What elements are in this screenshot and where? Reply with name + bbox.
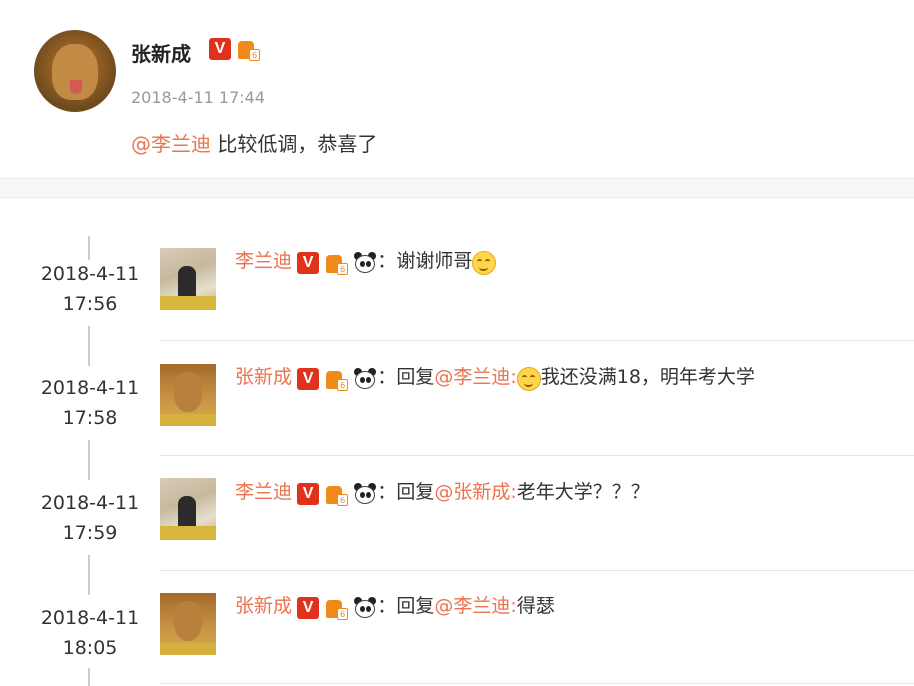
timeline-line [88, 668, 90, 686]
member-crown-icon[interactable]: 6 [324, 367, 349, 391]
comment-date: 2018-4-11 [40, 263, 140, 285]
comment-text: 得瑟 [516, 595, 555, 617]
comment-date: 2018-4-11 [40, 607, 140, 629]
comment-divider [160, 455, 914, 456]
commenter-avatar[interactable] [160, 248, 216, 310]
comment-timestamp: 2018-4-11 17:58 [30, 373, 150, 433]
comment-row: 李兰迪 V 6 ：回复@张新成:老年大学？？？ [235, 477, 650, 506]
timeline-line [88, 236, 90, 260]
comment-author[interactable]: 张新成 [235, 595, 292, 617]
verified-icon[interactable]: V [209, 38, 231, 60]
panda-icon[interactable] [353, 367, 377, 390]
post-date[interactable]: 2018-4-11 17:44 [131, 88, 265, 107]
comment-separator: ： [377, 481, 397, 503]
panda-icon[interactable] [353, 596, 377, 619]
comment-separator: ： [377, 595, 397, 617]
commenter-avatar[interactable] [160, 364, 216, 426]
comment-row: 张新成 V 6 ：回复@李兰迪:得瑟 [235, 591, 555, 620]
section-divider [0, 178, 914, 198]
reply-mention[interactable]: @李兰迪: [434, 366, 516, 388]
timeline-line [88, 326, 90, 366]
post-author[interactable]: 张新成 [131, 38, 191, 67]
smile-emoji-icon [472, 250, 497, 275]
reply-mention[interactable]: @李兰迪: [434, 595, 516, 617]
reply-prefix: 回复 [396, 595, 435, 617]
panda-icon[interactable] [353, 251, 377, 274]
comment-date: 2018-4-11 [40, 377, 140, 399]
verified-icon[interactable]: V [297, 482, 320, 505]
reply-prefix: 回复 [396, 366, 435, 388]
reply-mention[interactable]: @张新成: [434, 481, 516, 503]
comment-text: 谢谢师哥 [396, 250, 473, 272]
commenter-avatar[interactable] [160, 478, 216, 540]
comment-author[interactable]: 李兰迪 [235, 250, 292, 272]
comment-timestamp: 2018-4-11 17:59 [30, 488, 150, 548]
commenter-avatar[interactable] [160, 593, 216, 655]
verified-icon[interactable]: V [297, 596, 320, 619]
comment-time: 17:56 [62, 293, 118, 315]
post-mention[interactable]: @李兰迪 [131, 132, 211, 156]
comment-timestamp: 2018-4-11 17:56 [30, 259, 150, 319]
timeline-line [88, 440, 90, 480]
member-crown-icon[interactable]: 6 [324, 596, 349, 620]
comment-author[interactable]: 张新成 [235, 366, 292, 388]
comment-time: 17:59 [62, 522, 118, 544]
comment-timestamp: 2018-4-11 18:05 [30, 603, 150, 663]
smirk-emoji-icon [516, 366, 541, 391]
comment-row: 张新成 V 6 ：回复@李兰迪: 我还没满18，明年考大学 [235, 362, 755, 391]
comment-text: 老年大学？？？ [516, 481, 650, 503]
panda-icon[interactable] [353, 482, 377, 505]
member-crown-icon[interactable]: 6 [236, 37, 261, 61]
comment-author[interactable]: 李兰迪 [235, 481, 292, 503]
comment-divider [160, 570, 914, 571]
comment-separator: ： [377, 366, 397, 388]
member-crown-icon[interactable]: 6 [324, 482, 349, 506]
comment-separator: ： [377, 250, 397, 272]
author-badges: V 6 [209, 37, 261, 61]
dog-tongue [70, 80, 82, 94]
post-body: 比较低调，恭喜了 [211, 132, 378, 156]
comment-text: 我还没满18，明年考大学 [540, 366, 755, 388]
comment-divider [160, 340, 914, 341]
verified-icon[interactable]: V [297, 251, 320, 274]
comment-date: 2018-4-11 [40, 492, 140, 514]
post-text: @李兰迪 比较低调，恭喜了 [131, 128, 377, 157]
comment-divider [160, 683, 914, 684]
comment-time: 17:58 [62, 407, 118, 429]
author-avatar[interactable] [34, 30, 116, 112]
timeline-line [88, 555, 90, 595]
member-crown-icon[interactable]: 6 [324, 251, 349, 275]
comment-row: 李兰迪 V 6 ：谢谢师哥 [235, 246, 497, 275]
reply-prefix: 回复 [396, 481, 435, 503]
verified-icon[interactable]: V [297, 367, 320, 390]
comment-time: 18:05 [62, 637, 118, 659]
